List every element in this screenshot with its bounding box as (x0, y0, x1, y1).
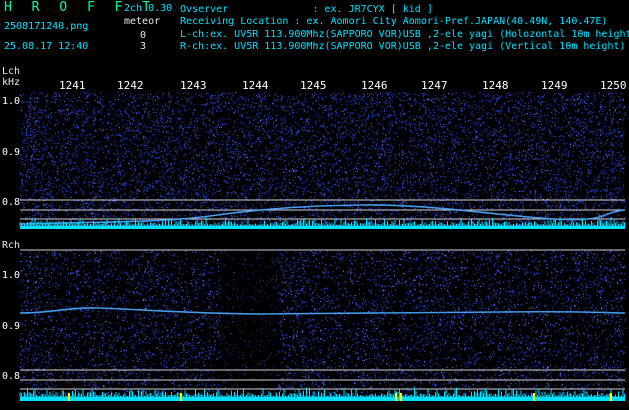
lch-spectrogram (19, 92, 627, 229)
rch-spectrogram (19, 249, 627, 401)
spectrogram-canvas (19, 92, 627, 401)
